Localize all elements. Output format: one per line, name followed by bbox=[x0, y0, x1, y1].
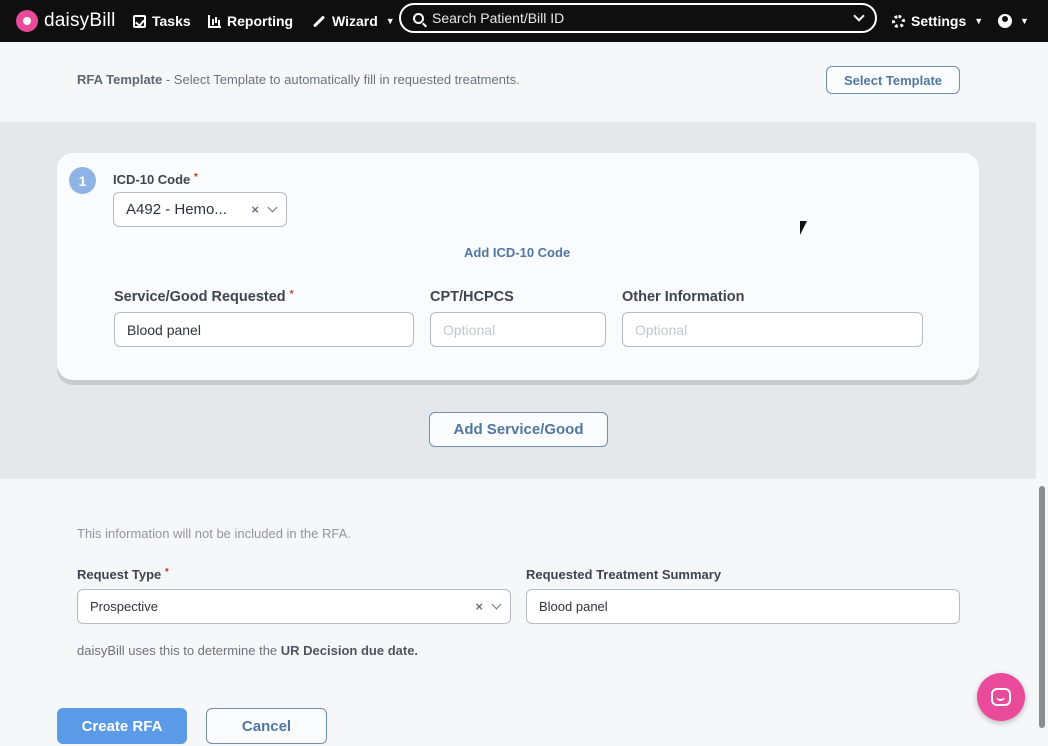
daisy-logo-icon bbox=[16, 10, 38, 32]
request-type-label: Request Type * bbox=[77, 567, 169, 582]
other-information-label: Other Information bbox=[622, 289, 745, 305]
user-circle-icon bbox=[998, 14, 1012, 28]
rfa-template-title: RFA Template bbox=[77, 72, 163, 87]
search-input[interactable] bbox=[432, 10, 847, 26]
treatment-card: 1 ICD-10 Code * A492 - Hemo... × Add ICD… bbox=[57, 153, 979, 380]
rfa-template-text: RFA Template - Select Template to automa… bbox=[77, 72, 520, 87]
gear-icon bbox=[892, 14, 905, 28]
icd-code-label: ICD-10 Code * bbox=[113, 172, 198, 187]
required-asterisk: * bbox=[164, 567, 169, 578]
treatment-summary-label: Requested Treatment Summary bbox=[526, 567, 722, 582]
bar-chart-icon bbox=[208, 14, 221, 28]
search-bar[interactable] bbox=[399, 3, 877, 33]
cancel-button[interactable]: Cancel bbox=[206, 708, 327, 744]
add-icd-code-link[interactable]: Add ICD-10 Code bbox=[464, 245, 570, 260]
logo[interactable]: daisyBill bbox=[16, 7, 116, 35]
service-good-input[interactable] bbox=[114, 312, 414, 347]
icd-code-value: A492 - Hemo... bbox=[126, 201, 227, 218]
mouse-cursor-icon bbox=[800, 221, 807, 235]
rfa-details-section: This information will not be included in… bbox=[0, 479, 1036, 746]
magic-wand-icon bbox=[312, 14, 326, 28]
help-text-bold: UR Decision due date. bbox=[280, 643, 419, 658]
info-note: This information will not be included in… bbox=[77, 526, 351, 541]
chat-icon bbox=[991, 688, 1011, 706]
service-good-label: Service/Good Requested * bbox=[114, 289, 294, 305]
logo-text: daisyBill bbox=[44, 10, 116, 31]
help-text: daisyBill uses this to determine the UR … bbox=[77, 643, 419, 658]
checkbox-icon bbox=[133, 14, 146, 28]
nav-wizard[interactable]: Wizard ▼ bbox=[312, 11, 395, 31]
other-information-input[interactable] bbox=[622, 312, 923, 347]
nav-reporting-label: Reporting bbox=[227, 13, 294, 29]
clear-icon[interactable]: × bbox=[251, 202, 259, 217]
rfa-template-description: - Select Template to automatically fill … bbox=[162, 72, 520, 87]
chevron-down-icon: ▼ bbox=[385, 16, 395, 26]
rfa-template-section: RFA Template - Select Template to automa… bbox=[0, 42, 1036, 122]
required-asterisk: * bbox=[193, 172, 198, 183]
request-type-select[interactable]: Prospective × bbox=[77, 589, 511, 624]
requested-treatments-section: 1 ICD-10 Code * A492 - Hemo... × Add ICD… bbox=[0, 122, 1036, 479]
chevron-down-icon: ▼ bbox=[974, 16, 984, 26]
top-navbar: daisyBill Tasks Reporting Wizard ▼ Setti… bbox=[0, 0, 1048, 42]
required-asterisk: * bbox=[289, 289, 294, 300]
nav-tasks[interactable]: Tasks bbox=[133, 11, 191, 31]
nav-settings-label: Settings bbox=[911, 13, 967, 29]
cpt-hcpcs-input[interactable] bbox=[430, 312, 606, 347]
treatment-summary-input[interactable] bbox=[526, 589, 960, 624]
treatment-number-badge: 1 bbox=[69, 167, 96, 194]
scrollbar-thumb[interactable] bbox=[1039, 486, 1045, 728]
chevron-down-icon[interactable] bbox=[853, 10, 865, 22]
chevron-down-icon[interactable] bbox=[267, 202, 278, 213]
nav-wizard-label: Wizard bbox=[332, 13, 378, 29]
add-service-good-button[interactable]: Add Service/Good bbox=[429, 412, 608, 447]
chevron-down-icon[interactable] bbox=[491, 599, 502, 610]
chevron-down-icon: ▼ bbox=[1020, 16, 1029, 26]
icd-code-select[interactable]: A492 - Hemo... × bbox=[113, 192, 287, 227]
clear-icon[interactable]: × bbox=[475, 599, 483, 614]
nav-tasks-label: Tasks bbox=[152, 13, 191, 29]
create-rfa-button[interactable]: Create RFA bbox=[57, 708, 187, 744]
nav-reporting[interactable]: Reporting bbox=[208, 11, 293, 31]
request-type-value: Prospective bbox=[90, 599, 158, 614]
user-menu[interactable]: ▼ bbox=[998, 11, 1029, 31]
search-icon bbox=[413, 12, 424, 24]
select-template-button[interactable]: Select Template bbox=[826, 66, 960, 94]
scrollbar-track[interactable] bbox=[1036, 42, 1048, 746]
cpt-hcpcs-label: CPT/HCPCS bbox=[430, 289, 514, 305]
chat-launcher-button[interactable] bbox=[977, 673, 1025, 721]
nav-settings[interactable]: Settings ▼ bbox=[892, 11, 983, 31]
